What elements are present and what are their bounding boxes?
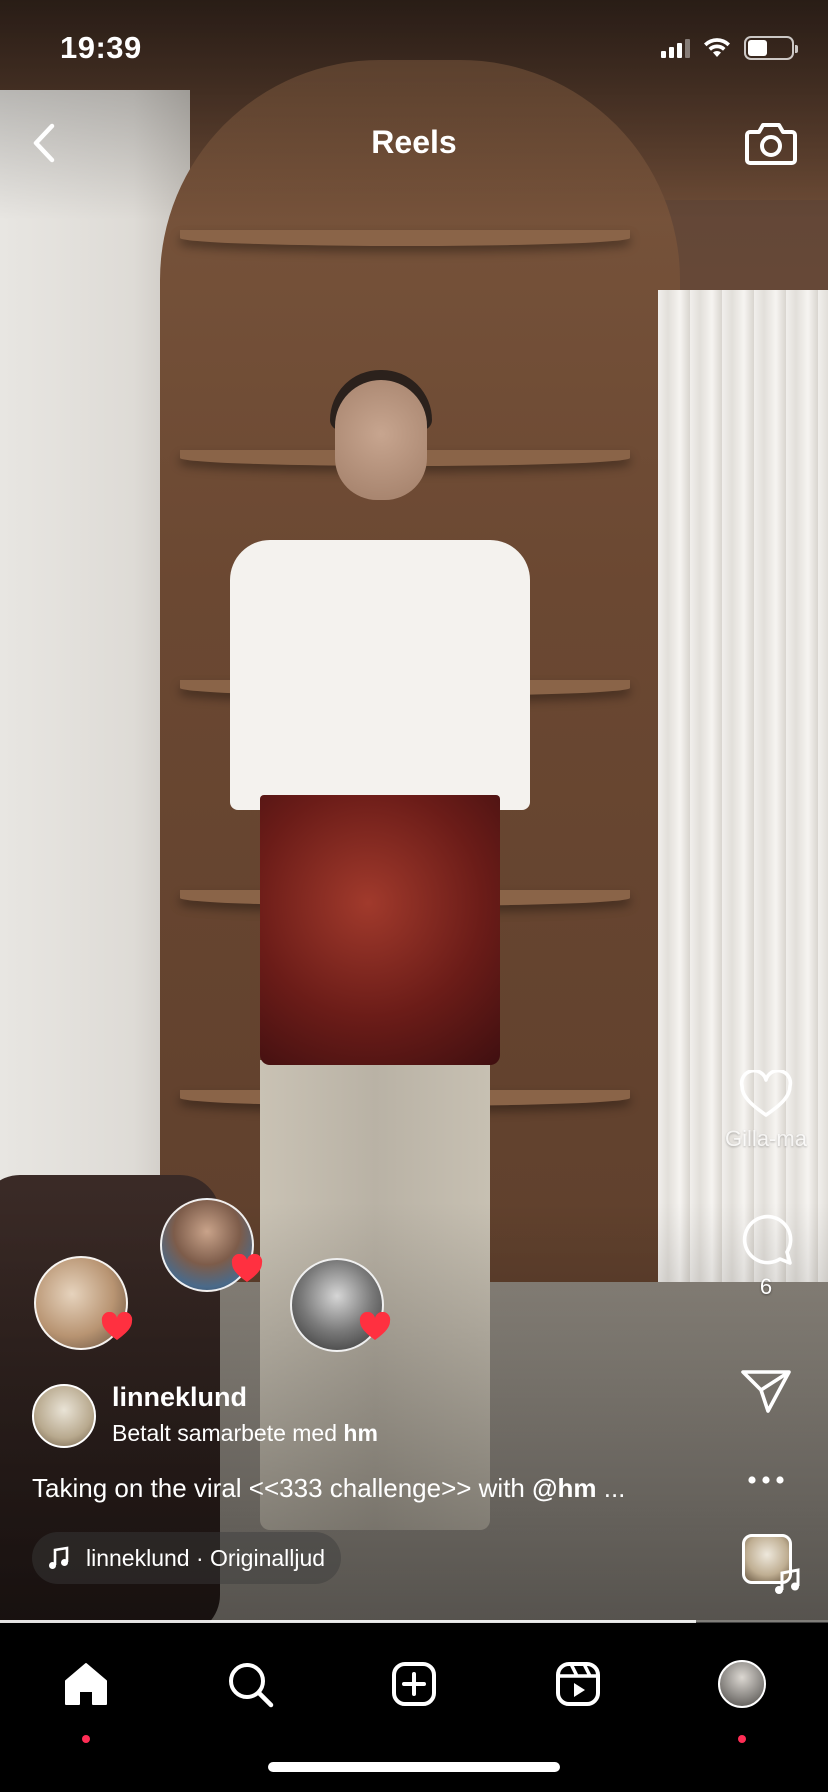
heart-filled-icon [101, 1312, 133, 1340]
cellular-signal-icon [661, 38, 690, 58]
wifi-icon [704, 38, 730, 57]
person-skirt [260, 795, 500, 1065]
like-label: Gilla-ma [725, 1126, 807, 1151]
share-button[interactable] [728, 1366, 804, 1416]
comment-bubble-icon [742, 1214, 793, 1265]
camera-icon[interactable] [744, 118, 798, 168]
new-post-icon [392, 1662, 436, 1706]
tab-search[interactable] [217, 1651, 283, 1717]
tab-reels[interactable] [545, 1651, 611, 1717]
tab-create[interactable] [381, 1651, 447, 1717]
heart-outline-icon [739, 1070, 793, 1117]
paid-partnership-label[interactable]: Betalt samarbete med hm [112, 1420, 378, 1447]
tab-home[interactable] [53, 1651, 119, 1717]
profile-notification-dot [738, 1735, 746, 1743]
sponsor-brand[interactable]: hm [343, 1420, 378, 1446]
more-dots-icon [748, 1476, 784, 1484]
audio-label: linneklund · Originalljud [86, 1544, 326, 1571]
reels-icon [556, 1662, 600, 1706]
author-avatar[interactable] [32, 1384, 96, 1448]
more-options-button[interactable] [728, 1460, 804, 1500]
comment-button[interactable]: 6 [728, 1212, 804, 1300]
person-shirt [230, 540, 530, 810]
music-note-icon [775, 1568, 800, 1594]
like-button[interactable]: Gilla-ma [725, 1070, 807, 1152]
caption-mention[interactable]: @hm [532, 1473, 596, 1503]
home-icon [65, 1663, 107, 1705]
battery-icon [744, 36, 798, 60]
caption-text: Taking on the viral <<333 challenge>> wi… [32, 1473, 525, 1503]
reel-video[interactable] [0, 0, 828, 1622]
home-notification-dot [82, 1735, 90, 1743]
search-icon [229, 1663, 274, 1708]
audio-pill[interactable]: linneklund · Originalljud [32, 1532, 342, 1584]
status-icons [661, 36, 798, 60]
video-shelf [180, 230, 630, 246]
music-note-icon [49, 1546, 69, 1569]
status-time: 19:39 [60, 30, 142, 65]
paper-plane-icon [741, 1370, 791, 1413]
sponsor-prefix: Betalt samarbete med [112, 1420, 338, 1446]
person-head [335, 380, 427, 500]
heart-filled-icon [231, 1254, 263, 1282]
comment-count: 6 [759, 1274, 773, 1299]
caption-more[interactable]: ... [604, 1473, 626, 1503]
heart-filled-icon [359, 1312, 391, 1340]
home-indicator [268, 1762, 560, 1772]
author-username[interactable]: linneklund [112, 1382, 247, 1413]
profile-avatar [718, 1660, 766, 1708]
battery-level [748, 40, 767, 56]
tab-profile[interactable] [709, 1651, 775, 1717]
page-title: Reels [371, 124, 457, 160]
post-caption[interactable]: Taking on the viral <<333 challenge>> wi… [32, 1473, 625, 1504]
